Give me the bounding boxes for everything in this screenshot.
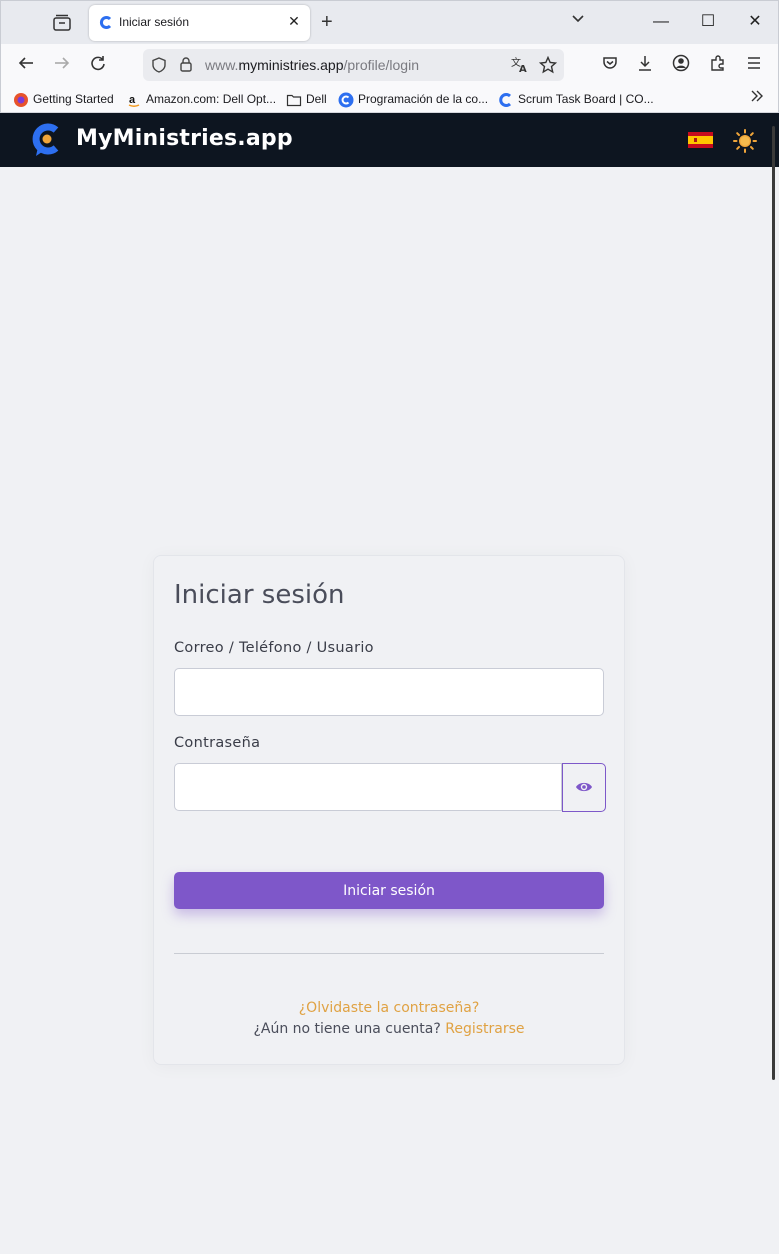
bookmark-dell-folder[interactable]: Dell: [286, 91, 327, 109]
bookmark-scrum[interactable]: Scrum Task Board | CO...: [498, 91, 654, 109]
bookmark-amazon[interactable]: a Amazon.com: Dell Opt...: [126, 91, 276, 109]
username-input[interactable]: [174, 668, 604, 716]
address-bar[interactable]: www.myministries.app/profile/login 文A: [143, 49, 564, 81]
eye-icon: [576, 782, 592, 792]
back-arrow-icon[interactable]: [15, 54, 37, 76]
extensions-icon[interactable]: [707, 54, 729, 76]
tab-title: Iniciar sesión: [119, 15, 190, 29]
more-bookmarks-chevron-icon[interactable]: [750, 89, 764, 108]
register-link[interactable]: Registrarse: [445, 1021, 524, 1037]
shield-icon[interactable]: [151, 57, 167, 78]
toggle-password-visibility-button[interactable]: [562, 763, 606, 812]
downloads-icon[interactable]: [634, 54, 656, 76]
app-header: MyMinistries.app: [0, 113, 779, 167]
folder-icon: [286, 92, 302, 108]
myministries-icon: [338, 92, 354, 108]
account-icon[interactable]: [670, 54, 692, 76]
password-input[interactable]: [174, 763, 562, 811]
amazon-icon: a: [126, 92, 142, 108]
bookmark-programacion[interactable]: Programación de la co...: [338, 91, 488, 109]
firefox-icon: [13, 92, 29, 108]
myministries-icon: [99, 15, 113, 31]
username-label: Correo / Teléfono / Usuario: [174, 640, 374, 656]
bookmark-getting-started[interactable]: Getting Started: [13, 91, 114, 109]
window-close-button[interactable]: ✕: [740, 9, 770, 35]
forward-arrow-icon[interactable]: [51, 54, 73, 76]
translate-icon[interactable]: 文A: [510, 56, 528, 79]
app-logo-icon[interactable]: [32, 123, 62, 157]
svg-text:A: A: [519, 64, 527, 74]
browser-nav-bar: www.myministries.app/profile/login 文A: [0, 44, 779, 86]
login-submit-button[interactable]: Iniciar sesión: [174, 872, 604, 909]
bookmarks-bar: Getting Started a Amazon.com: Dell Opt...…: [0, 86, 779, 113]
myministries-icon: [498, 92, 514, 108]
url-text[interactable]: www.myministries.app/profile/login: [205, 57, 419, 73]
pocket-icon[interactable]: [599, 54, 621, 76]
maximize-button[interactable]: ☐: [693, 9, 723, 35]
register-prompt: ¿Aún no tiene una cuenta? Registrarse: [154, 1021, 624, 1037]
svg-text:a: a: [129, 94, 136, 106]
password-label: Contraseña: [174, 735, 261, 751]
no-account-text: ¿Aún no tiene una cuenta?: [253, 1021, 441, 1037]
lock-icon[interactable]: [179, 56, 193, 78]
tab-overview-icon[interactable]: [51, 13, 73, 33]
reload-icon[interactable]: [87, 54, 109, 76]
tab-active[interactable]: Iniciar sesión ✕: [89, 5, 310, 41]
page-scrollbar[interactable]: [772, 126, 775, 1080]
list-all-tabs-icon[interactable]: [571, 13, 585, 27]
new-tab-button[interactable]: +: [321, 12, 333, 32]
browser-tab-bar: Iniciar sesión ✕ + — ☐ ✕: [0, 0, 779, 44]
divider: [174, 953, 604, 954]
login-title: Iniciar sesión: [174, 580, 345, 610]
tab-close-icon[interactable]: ✕: [286, 13, 302, 29]
login-card: Iniciar sesión Correo / Teléfono / Usuar…: [153, 555, 625, 1065]
forgot-password-link[interactable]: ¿Olvidaste la contraseña?: [154, 1000, 624, 1016]
brand-name[interactable]: MyMinistries.app: [76, 126, 293, 151]
minimize-button[interactable]: —: [646, 9, 676, 35]
bookmark-star-icon[interactable]: [538, 55, 558, 79]
spain-flag-icon[interactable]: [688, 132, 713, 148]
theme-toggle-sun-icon[interactable]: [733, 129, 757, 153]
menu-icon[interactable]: [743, 54, 765, 76]
